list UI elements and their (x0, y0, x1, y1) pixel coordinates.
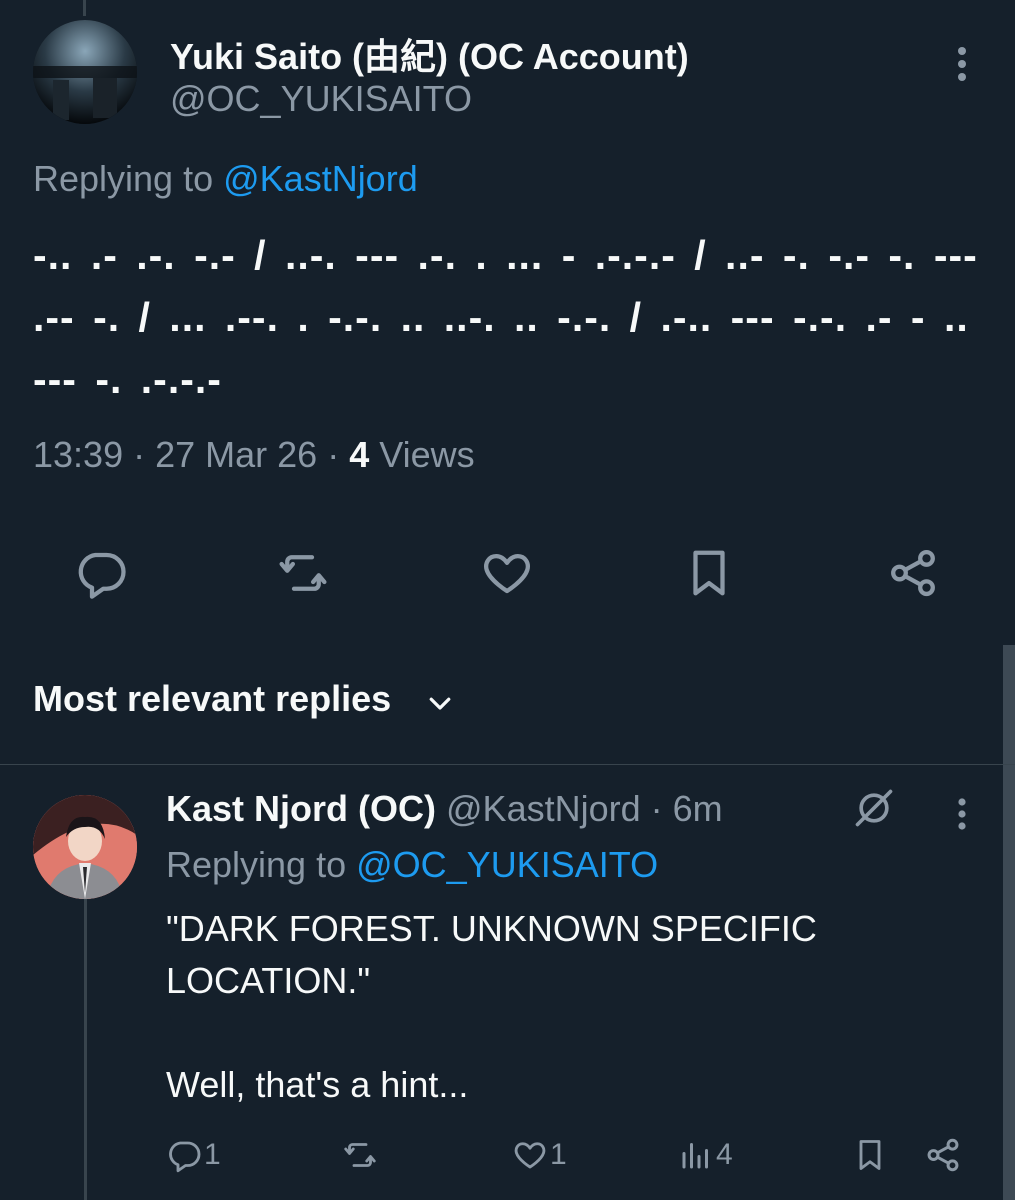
replying-handle-link[interactable]: @KastNjord (223, 158, 418, 199)
heart-icon[interactable] (480, 546, 534, 600)
reply-views-button[interactable]: 4 (678, 1136, 733, 1174)
reply-share-button[interactable] (924, 1136, 962, 1174)
share-icon[interactable] (886, 546, 940, 600)
reply-icon (166, 1137, 202, 1173)
reply-bookmark-button[interactable] (852, 1136, 888, 1174)
retweet-icon (340, 1137, 380, 1173)
reply-replying-to: Replying to @OC_YUKISAITO (166, 844, 658, 886)
share-icon (924, 1136, 962, 1174)
meta-separator-2: · (317, 434, 350, 475)
reply-author-handle[interactable]: @KastNjord (446, 788, 641, 829)
reply-reply-button[interactable]: 1 (166, 1136, 221, 1174)
bar-chart-icon (678, 1137, 714, 1173)
reply-retweet-button[interactable] (340, 1136, 380, 1174)
replying-prefix: Replying to (33, 158, 224, 199)
tweet-text: -.. .- .-. -.- / ..-. --- .-. . ... - .-… (33, 232, 978, 402)
bookmark-icon (852, 1136, 888, 1174)
reply-author-name[interactable]: Kast Njord (OC) (166, 788, 436, 829)
reply-time[interactable]: · 6m (651, 788, 723, 829)
author-handle[interactable]: @OC_YUKISAITO (170, 78, 472, 120)
reply-text-line-2: Well, that's a hint... (166, 1064, 469, 1105)
divider (0, 764, 1015, 765)
reply-replying-handle-link[interactable]: @OC_YUKISAITO (356, 844, 658, 885)
reply-like-button[interactable]: 1 (512, 1136, 567, 1174)
reply-count: 1 (204, 1138, 221, 1171)
grok-icon[interactable] (852, 786, 896, 830)
view-count: 4 (716, 1138, 733, 1171)
reply-avatar[interactable] (33, 795, 137, 899)
reply-replying-prefix: Replying to (166, 844, 357, 885)
reply-more-vertical-icon[interactable] (952, 797, 972, 831)
views-count: 4 (349, 434, 370, 475)
more-vertical-icon[interactable] (952, 46, 972, 82)
like-count: 1 (550, 1138, 567, 1171)
sort-replies-button[interactable]: Most relevant replies (33, 678, 391, 720)
meta-separator: · (123, 434, 156, 475)
thread-line (84, 898, 87, 1200)
reply-icon[interactable] (74, 546, 128, 600)
views-label: Views (369, 434, 475, 475)
heart-icon (512, 1137, 548, 1173)
tweet-time[interactable]: 13:39 (33, 434, 123, 475)
author-name[interactable]: Yuki Saito (由紀) (OC Account) (170, 28, 689, 80)
retweet-icon[interactable] (276, 546, 330, 600)
tweet-meta: 13:39 · 27 Mar 26 · 4 Views (33, 434, 475, 476)
avatar[interactable] (33, 20, 137, 124)
thread-connector-top (83, 0, 86, 16)
bookmark-icon[interactable] (682, 546, 736, 600)
tweet-date[interactable]: 27 Mar 26 (155, 434, 317, 475)
reply-text-line-1: "DARK FOREST. UNKNOWN SPECIFIC LOCATION.… (166, 908, 817, 1001)
replying-to: Replying to @KastNjord (33, 158, 418, 200)
scrollbar[interactable] (1003, 645, 1015, 1200)
chevron-down-icon[interactable] (425, 688, 455, 718)
reply-header: Kast Njord (OC) @KastNjord · 6m (166, 788, 723, 830)
reply-text: "DARK FOREST. UNKNOWN SPECIFIC LOCATION.… (166, 903, 946, 1111)
